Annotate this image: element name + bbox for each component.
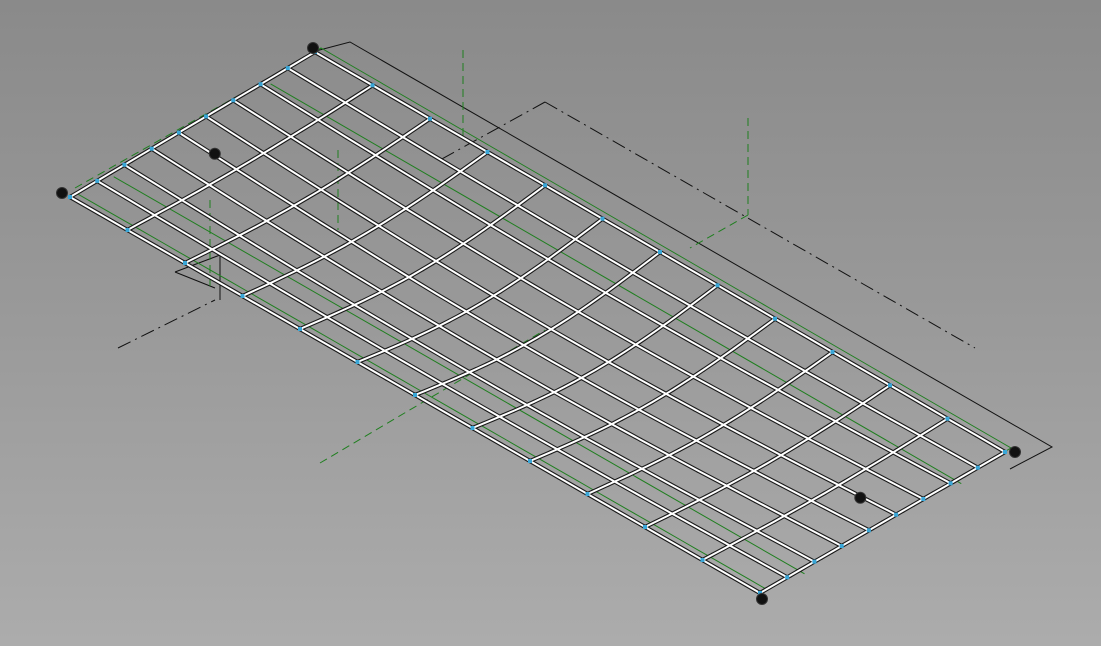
control-point-icon[interactable] [208,147,221,160]
node-marker-icon [485,150,490,154]
node-marker-icon [204,114,209,119]
node-marker-icon [355,360,360,364]
node-marker-icon [975,465,980,470]
node-marker-icon [183,261,187,265]
node-marker-icon [413,393,417,397]
node-marker-icon [298,327,302,331]
node-marker-icon [370,83,375,88]
node-marker-icon [600,216,605,221]
node-marker-icon [428,116,432,121]
grid-line-short[interactable] [299,184,546,330]
node-marker-icon [948,481,953,486]
control-point-icon[interactable] [1009,446,1021,458]
reference-frame [117,41,1054,470]
construction-diagonal-1 [689,214,749,249]
node-marker-icon [258,82,263,87]
node-marker-icon [125,228,130,232]
grid-line-short[interactable] [587,351,834,495]
node-marker-icon [700,558,705,562]
boundary-outline-2 [75,47,1012,590]
node-marker-icon [894,512,899,517]
node-marker-icon [812,559,817,564]
node-marker-icon [866,528,871,533]
node-marker-icon [715,283,720,288]
control-point-icon[interactable] [56,187,68,199]
node-marker-icon [68,195,72,199]
grid-line-long[interactable] [178,131,870,532]
node-marker-icon [1003,450,1007,454]
wireframe-scene[interactable] [0,0,1101,646]
node-marker-icon [839,544,844,548]
node-marker-icon [658,250,662,254]
node-marker-icon [830,350,835,354]
reference-axis-dashdot-2 [439,101,546,161]
node-marker-icon [528,459,532,463]
node-marker-icon [95,178,100,183]
node-marker-icon [231,98,236,103]
grid-line-short[interactable] [242,151,489,297]
node-marker-icon [945,416,950,421]
node-marker-icon [773,316,777,321]
node-marker-icon [176,130,181,135]
grid-line-short[interactable] [357,217,604,363]
node-marker-icon [585,492,590,496]
node-marker-icon [785,575,790,580]
grid-line-long[interactable] [260,83,952,485]
node-marker-icon [888,383,892,388]
reference-axis-dashdot-3 [117,299,216,349]
surface-boundary [69,47,1012,594]
node-marker-icon [149,146,154,151]
node-marker-icon [543,183,547,188]
node-marker-icon [122,162,127,167]
control-point-icon[interactable] [854,491,867,504]
surface-grid[interactable] [69,51,1006,594]
node-marker-icon [240,294,245,298]
control-point-icon[interactable] [756,593,768,605]
node-marker-icon [285,66,290,71]
grid-line-long[interactable] [205,115,897,516]
control-point-icon[interactable] [307,42,319,54]
node-marker-icon [921,497,926,501]
node-marker-icon [470,426,475,430]
3d-viewport[interactable] [0,0,1101,646]
node-marker-icon [643,525,647,529]
